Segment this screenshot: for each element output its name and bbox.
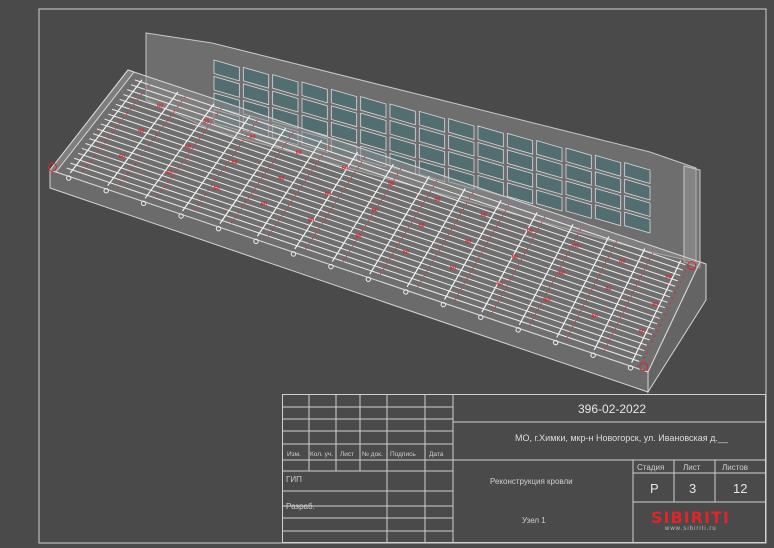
rail-label: 60: [639, 329, 645, 335]
col-izm: Изм.: [287, 451, 301, 458]
rail-label: 60: [308, 218, 314, 224]
stage-value: Р: [650, 481, 659, 496]
rail-label: 60: [325, 192, 331, 198]
rail-label: 60: [465, 239, 471, 245]
project-address: МО, г.Химки, мкр-н Новогорск, ул. Иванов…: [515, 433, 728, 443]
roof-3d-model: 60 60 60 60 60 60 60 60 60 60 60 60 60 60 60 60 60 60 60 60…: [47, 32, 707, 394]
row-gip: ГИП: [286, 475, 302, 484]
rail-label: 60: [497, 281, 503, 287]
project-title: Реконструкция кровли: [490, 477, 573, 486]
rail-label: 60: [203, 119, 209, 125]
rail-label: 60: [372, 207, 378, 213]
rail-label: 60: [388, 181, 394, 187]
rail-label: 60: [157, 104, 163, 110]
rail-label: 60: [403, 250, 409, 256]
rail-label: 60: [652, 302, 658, 308]
stage-label: Стадия: [637, 463, 665, 472]
rail-label: 60: [573, 243, 579, 249]
rail-label: 60: [185, 144, 191, 150]
back-wall-side: [683, 165, 701, 269]
rail-label: 60: [166, 170, 172, 176]
rail-label: 60: [232, 160, 238, 166]
logo-name: SIBIRITI: [651, 508, 730, 527]
rail-label: 60: [559, 270, 565, 276]
rail-label: 60: [249, 135, 255, 141]
rail-label: 60: [214, 186, 220, 192]
row-razrab: Разраб.: [286, 502, 315, 511]
rail-label: 60: [138, 129, 144, 135]
col-doc-number: № док.: [362, 451, 383, 458]
rail-label: 60: [592, 313, 598, 319]
rail-label: 60: [419, 223, 425, 229]
rail-label: 60: [544, 297, 550, 303]
rail-label: 60: [296, 150, 302, 156]
col-signature: Подпись: [390, 451, 416, 458]
rail-label: 60: [434, 197, 440, 203]
rail-label: 60: [355, 234, 361, 240]
rail-label: 60: [527, 228, 533, 234]
rail-label: 60: [619, 259, 625, 265]
project-code: 396-02-2022: [578, 402, 647, 416]
col-list: Лист: [340, 451, 355, 458]
rail-label: 60: [261, 202, 267, 208]
sheets-value: 12: [733, 481, 748, 496]
rail-label: 60: [342, 166, 348, 172]
rail-label: 60: [665, 274, 671, 280]
col-kol-uch: Кол. уч.: [310, 451, 334, 458]
rail-label: 60: [512, 255, 518, 261]
logo-site: www.sibiriti.ru: [665, 526, 717, 532]
rail-label: 60: [119, 154, 125, 160]
sibiriti-logo: SIBIRITI www.sibiriti.ru: [651, 508, 747, 532]
rail-label: 60: [481, 212, 487, 218]
col-date: Дата: [429, 451, 444, 458]
sheet-value: 3: [689, 481, 697, 496]
sheets-label: Листов: [722, 463, 748, 472]
sheet-label: Лист: [683, 463, 701, 472]
sheet-name: Узел 1: [522, 516, 546, 525]
rail-label: 60: [605, 286, 611, 292]
rail-label: 60: [278, 176, 284, 182]
rail-label: 60: [450, 265, 456, 271]
